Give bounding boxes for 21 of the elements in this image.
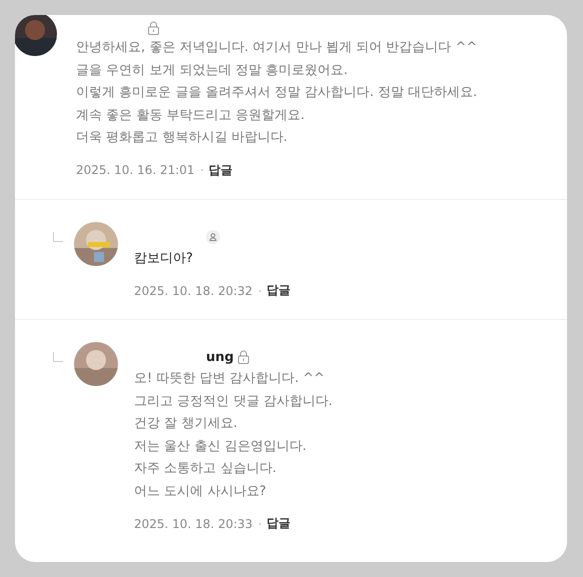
comment-text: 오! 따뜻한 답변 감사합니다. ^^ [134,370,326,388]
comment-text: 캄보디아? [134,250,194,268]
comment-text: 건강 잘 챙기세요. [134,415,238,433]
comment-text: 계속 좋은 활동 부탁드리고 응원할게요. [76,106,306,124]
author-name: ung [206,350,234,364]
comment-text: 글을 우연히 보게 되었는데 정말 흥미로웠어요. [76,62,349,80]
comment-text: 자주 소통하고 싶습니다. [134,460,278,478]
reply-indicator-icon [53,232,63,242]
reply-link[interactable]: 답글 [266,515,291,532]
comment-text: 이렇게 흥미로운 글을 올려주셔서 정말 감사합니다. 정말 대단하세요. [76,84,478,102]
reply-link[interactable]: 답글 [266,282,291,299]
comment-text: 저는 울산 출신 김은영입니다. [134,438,308,456]
comment-date: 2025. 10. 18. 20:32 [134,284,253,298]
comment-text: 더욱 평화롭고 행복하시길 바랍니다. [76,129,289,147]
comment-text: 안녕하세요, 좋은 저녁입니다. 여기서 만나 뵙게 되어 반갑습니다 ^^ [76,39,478,57]
reply-link[interactable]: 답글 [208,162,233,178]
comment-text: 어느 도시에 사시나요? [134,482,268,500]
reply-indicator-icon [53,352,63,362]
comment-date: 2025. 10. 18. 20:33 [134,516,253,530]
comment-text: 그리고 긍정적인 댓글 감사합니다. [134,392,333,410]
comment-date: 2025. 10. 16. 21:01 [76,163,195,177]
